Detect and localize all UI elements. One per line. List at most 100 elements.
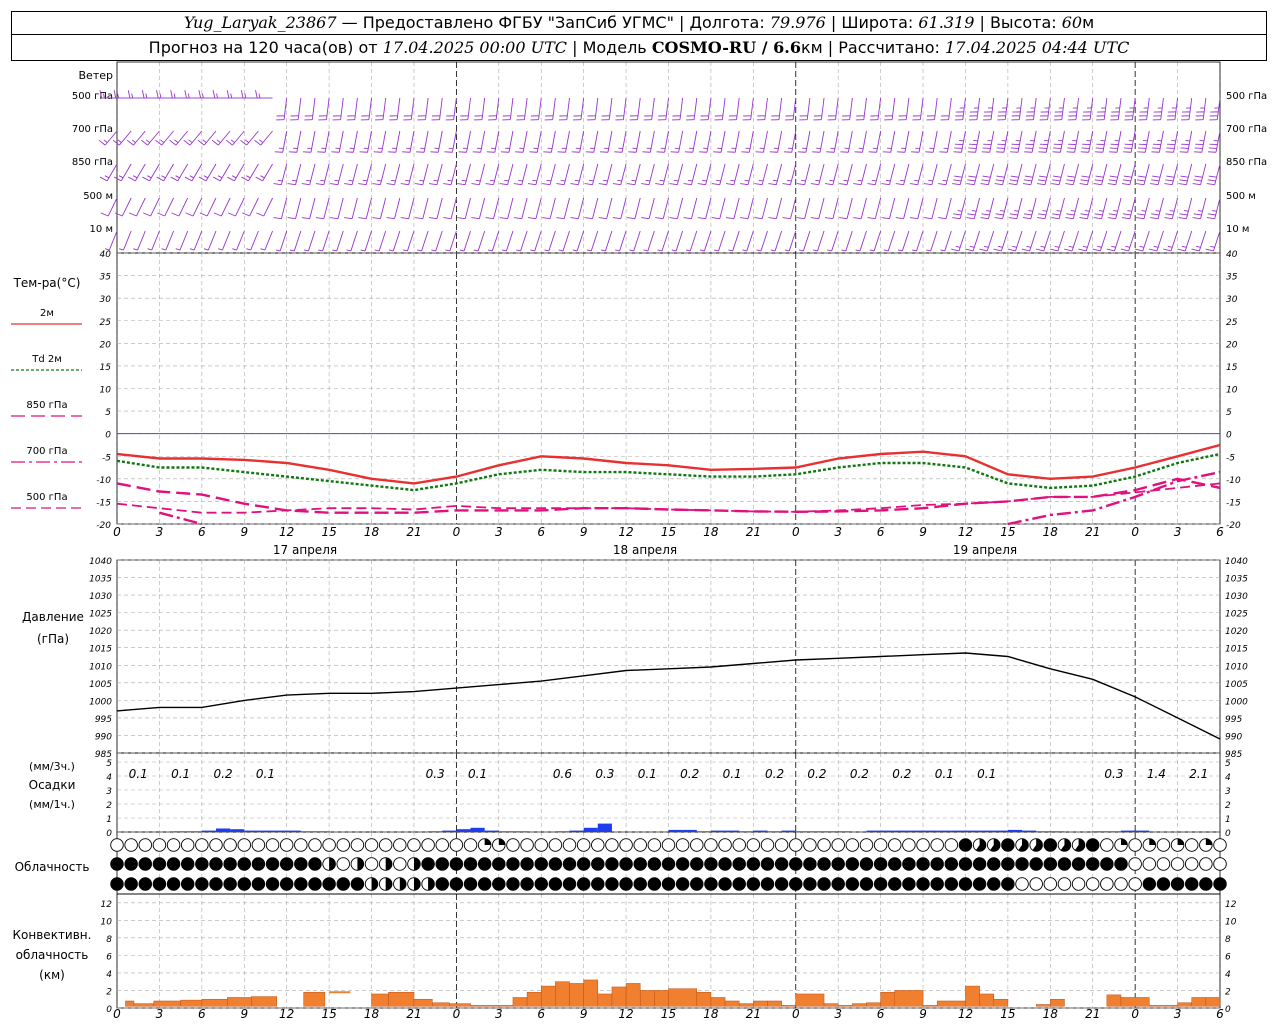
- cloud-disc: [520, 857, 534, 871]
- cloud-disc: [930, 857, 944, 871]
- wind-barb-staff: [246, 130, 259, 146]
- temp-ytick-right: -20: [1226, 521, 1241, 531]
- cloud-disc: [845, 857, 860, 871]
- cloud-disc: [407, 838, 421, 852]
- wind-barb-staff: [463, 230, 471, 252]
- x-tick-label-1: 18: [703, 1007, 719, 1021]
- cloud-disc: [1156, 877, 1171, 891]
- wind-barb-feather: [1192, 217, 1201, 220]
- x-tick-label-0: 12: [618, 525, 633, 539]
- wind-barb-staff: [309, 163, 316, 185]
- wind-barb-feather: [756, 249, 762, 252]
- cloud-disc: [591, 857, 605, 871]
- x-tick-label-1: 9: [240, 1007, 248, 1021]
- wind-barb-feather: [600, 249, 606, 252]
- wind-barb-feather: [570, 183, 579, 186]
- wind-barb-staff: [860, 197, 867, 219]
- conv-bar: [1149, 1005, 1178, 1007]
- wind-barb-feather: [900, 179, 905, 182]
- wind-barb-feather: [240, 90, 244, 99]
- wind-barb-staff: [507, 197, 514, 219]
- wind-barb-staff: [705, 163, 712, 185]
- wind-barb-feather: [641, 217, 650, 220]
- cloud-disc: [421, 838, 435, 852]
- conv-bar: [569, 983, 584, 1007]
- cloud-disc: [1199, 857, 1213, 871]
- wind-barb-feather: [173, 93, 176, 99]
- cloud-disc: [675, 857, 690, 871]
- conv-ytick-right: 8: [1225, 935, 1231, 945]
- wind-barb-staff: [264, 230, 273, 251]
- wind-barb-staff: [790, 163, 797, 185]
- wind-barb-feather: [998, 245, 1003, 248]
- x-tick-label-0: 18: [1043, 525, 1059, 539]
- wind-barb-feather: [227, 212, 236, 217]
- wind-barb-feather: [629, 249, 634, 252]
- wind-barb-staff: [282, 130, 288, 153]
- wind-barb-feather: [1080, 213, 1089, 216]
- cloud-disc: [633, 838, 647, 852]
- conv-bar: [922, 1005, 938, 1007]
- wind-barb-feather: [560, 179, 566, 182]
- wind-barb-staff: [692, 130, 698, 153]
- wind-barb-staff: [651, 97, 655, 120]
- wind-barb-feather: [953, 179, 962, 182]
- wind-barb-feather: [433, 179, 438, 182]
- wind-barb-feather: [1164, 217, 1173, 220]
- wind-barb-staff: [804, 197, 811, 219]
- wind-barb-feather: [1038, 179, 1047, 182]
- wind-barb-feather: [980, 217, 989, 220]
- wind-barb-feather: [1153, 245, 1159, 248]
- wind-level-500m-right: 500 м: [1226, 191, 1256, 202]
- wind-barb-staff: [874, 163, 882, 185]
- cloud-disc: [803, 838, 817, 852]
- wind-barb-staff: [308, 230, 316, 252]
- wind-barb-staff: [806, 97, 811, 120]
- wind-panel-title: Ветер: [79, 69, 113, 82]
- wind-barb-feather: [1121, 183, 1130, 186]
- wind-barb-feather: [246, 175, 251, 179]
- x-tick-label-0: 9: [240, 525, 248, 539]
- wind-barb-feather: [258, 93, 261, 99]
- wind-barb-staff: [648, 197, 655, 219]
- precip-3h-label: 1.4: [1147, 767, 1166, 781]
- wind-barb-feather: [598, 183, 607, 186]
- wind-barb-staff: [1045, 130, 1051, 153]
- wind-barb-feather: [982, 175, 991, 178]
- wind-barb-feather: [1095, 175, 1104, 178]
- cloud-disc: [294, 838, 308, 852]
- wind-barb-feather: [303, 249, 309, 252]
- wind-barb-staff: [889, 163, 896, 185]
- wind-barb-feather: [572, 249, 578, 252]
- wind-barb-feather: [1108, 213, 1117, 216]
- wind-barb-feather: [1113, 210, 1118, 212]
- conv-ytick-right: 4: [1225, 970, 1231, 980]
- wind-barb-feather: [923, 183, 932, 186]
- wind-barb-staff: [1129, 163, 1136, 185]
- wind-barb-staff: [1117, 97, 1122, 120]
- wind-barb-feather: [169, 139, 177, 146]
- temp-ytick-left: 40: [100, 250, 112, 260]
- cloud-disc: [209, 857, 223, 871]
- wind-barb-feather: [318, 249, 323, 252]
- cloud-disc: [817, 877, 831, 891]
- cloud-disc: [1071, 877, 1086, 891]
- cloud-disc: [704, 838, 718, 852]
- precip-bar: [1050, 831, 1065, 832]
- conv-ytick-left: 6: [106, 952, 112, 962]
- wind-barb-feather: [141, 90, 145, 99]
- conv-bar: [668, 988, 698, 1007]
- temp-ytick-left: 30: [100, 295, 112, 305]
- wind-barb-feather: [1166, 175, 1175, 178]
- cloud-disc: [873, 877, 888, 891]
- wind-barb-staff: [1017, 130, 1023, 153]
- cloud-disc: [888, 877, 902, 891]
- wind-barb-feather: [1024, 175, 1033, 178]
- wind-barb-staff: [450, 163, 457, 185]
- wind-barb-feather: [993, 248, 1002, 252]
- wind-barb-feather: [1037, 217, 1046, 220]
- wind-barb-feather: [967, 213, 976, 216]
- wind-barb-staff: [637, 97, 641, 120]
- precip-ytick-left: 4: [106, 773, 112, 783]
- wind-barb-staff: [705, 197, 712, 219]
